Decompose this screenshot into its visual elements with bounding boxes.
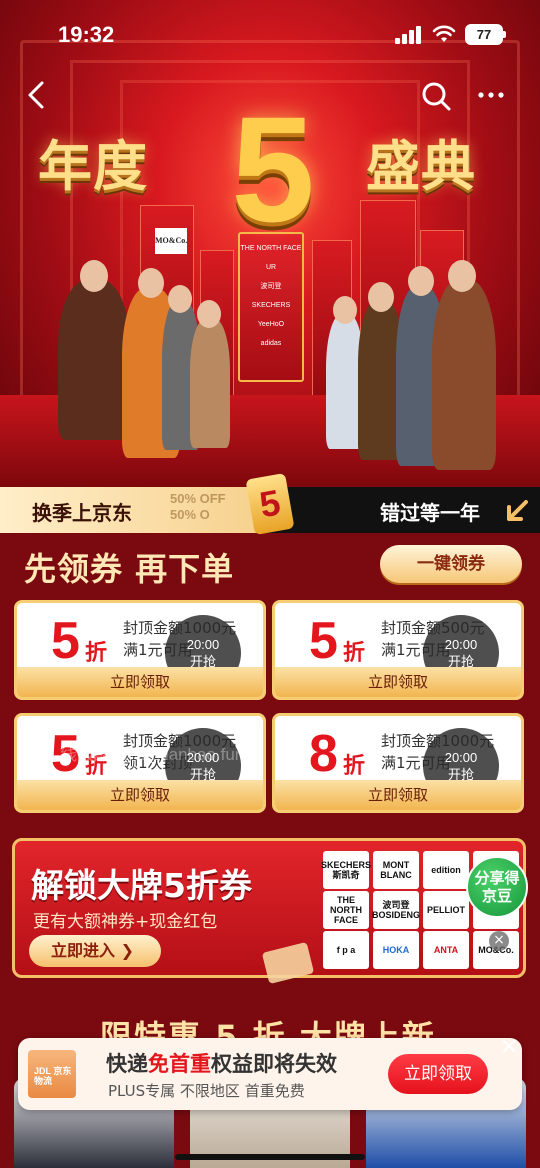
shipping-notice-popup[interactable]: JDL 京东物流 快递免首重权益即将失效 PLUS专属 不限地区 首重免费 立即…	[18, 1034, 522, 1110]
coupon-card[interactable]: 5 折 封顶金额1000元 满1元可用 20:00 开抢 立即领取	[14, 600, 266, 700]
promo-strip-left: 换季上京东	[32, 501, 132, 525]
promo-strip-off: 50% OFF 50% O	[170, 491, 226, 522]
model-head	[168, 285, 192, 313]
brand-logo: SKECHERS 斯凯奇	[321, 851, 371, 889]
status-time: 19:32	[58, 22, 115, 47]
close-icon[interactable]: ×	[489, 931, 509, 951]
model-figure	[432, 280, 496, 470]
coupon-card[interactable]: 5 折 封顶金额500元 满1元可用 20:00 开抢 立即领取	[272, 600, 524, 700]
brand-logo: PELLIOT	[423, 891, 469, 929]
coupon-card[interactable]: 8 折 封顶金额1000元 满1元可用 20:00 开抢 立即领取	[272, 713, 524, 813]
model-head	[333, 296, 357, 324]
watermark: 线报酷 www.xianbao.fun	[60, 745, 245, 764]
model-head	[368, 282, 394, 312]
brand-logo: 波司登 BOSIDENG	[372, 891, 420, 929]
ticket-icon	[261, 941, 315, 985]
brand-logo: HOKA	[373, 931, 419, 969]
hero-title-number: 5	[231, 85, 315, 253]
coupon-claim-button[interactable]: 立即领取	[275, 780, 521, 810]
coupon-discount: 8	[309, 725, 338, 783]
signal-icon	[395, 26, 423, 44]
close-icon[interactable]: ×	[494, 1032, 524, 1062]
notice-subtitle: PLUS专属 不限地区 首重免费	[108, 1082, 305, 1100]
coupon-claim-button[interactable]: 立即领取	[275, 667, 521, 697]
brand-logo: ANTA	[423, 931, 469, 969]
brand-logo: MONT BLANC	[373, 851, 419, 889]
arrow-down-left-icon	[507, 500, 528, 521]
brand-banner-title: 解锁大牌5折券	[31, 866, 252, 905]
back-arrow-icon[interactable]	[22, 80, 52, 110]
wifi-icon	[432, 25, 456, 42]
coupon-unit: 折	[343, 754, 366, 779]
share-beans-badge[interactable]: 分享得京豆	[466, 856, 528, 918]
one-click-claim-button[interactable]: 一键领券	[380, 545, 522, 583]
notice-title: 快递免首重权益即将失效	[106, 1052, 337, 1076]
brand-logo: edition	[423, 851, 469, 889]
promo-strip-right: 错过等一年	[380, 501, 480, 525]
coupon-discount: 5	[309, 612, 338, 670]
home-indicator[interactable]	[175, 1154, 365, 1160]
model-head	[408, 266, 434, 296]
hero-title-right: 盛典	[366, 135, 476, 198]
notice-claim-button[interactable]: 立即领取	[388, 1054, 488, 1094]
coupon-claim-button[interactable]: 立即领取	[17, 780, 263, 810]
brand-coupon-banner[interactable]: 解锁大牌5折券 更有大额神券+现金红包 立即进入 ❯ SKECHERS 斯凯奇 …	[12, 838, 526, 985]
status-bar: 19:32 77	[0, 0, 540, 70]
brand-banner-subtitle: 更有大额神券+现金红包	[33, 912, 218, 932]
brand-tower: THE NORTH FACE UR 波司登 SKECHERS YeeHoO ad…	[238, 232, 304, 382]
chevron-right-icon: ❯	[120, 941, 134, 960]
brand-logo: f p a	[323, 931, 369, 969]
coupon-unit: 折	[343, 641, 366, 666]
model-head	[138, 268, 164, 298]
battery-icon: 77	[465, 24, 506, 45]
search-icon[interactable]	[420, 80, 452, 112]
model-head	[448, 260, 476, 292]
model-head	[80, 260, 108, 292]
model-head	[197, 300, 221, 328]
package-icon: JDL 京东物流	[28, 1050, 76, 1098]
more-icon[interactable]	[474, 80, 508, 110]
brand-logo: THE NORTH FACE	[323, 891, 369, 929]
coupon-section-title: 先领券 再下单	[24, 550, 235, 588]
hero-title: 年度 5 盛典	[0, 94, 540, 244]
model-figure	[190, 318, 230, 448]
coupon-unit: 折	[85, 641, 108, 666]
hero-title-left: 年度	[38, 135, 148, 198]
model-figure	[58, 280, 130, 440]
enter-button[interactable]: 立即进入 ❯	[29, 935, 161, 967]
coupon-discount: 5	[51, 612, 80, 670]
coupon-claim-button[interactable]: 立即领取	[17, 667, 263, 697]
hero-banner[interactable]: MO&Co. THE NORTH FACE UR 波司登 SKECHERS Ye…	[0, 0, 540, 487]
